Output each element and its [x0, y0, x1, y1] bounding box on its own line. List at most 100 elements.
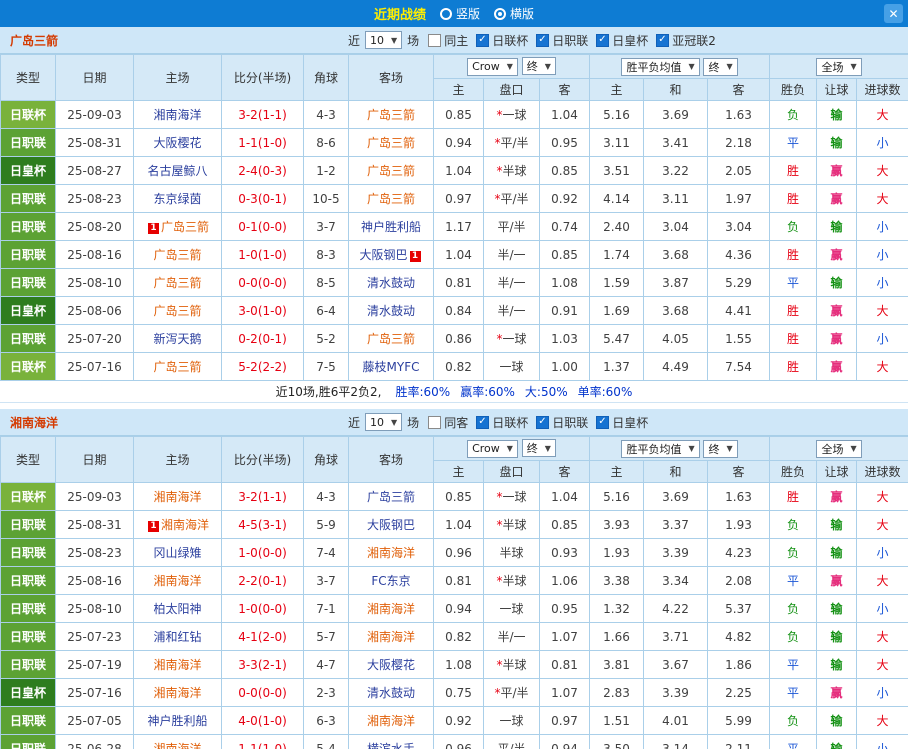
- match-row: 日职联 25-08-31 1 湘南海洋 4-5(3-1) 5-9 大阪钢巴 1.04 *半球 0.…: [0, 510, 908, 539]
- result-cell: 负: [769, 212, 818, 241]
- match-row: 日职联 25-08-16 广岛三箭 1-0(1-0) 8-3 大阪钢巴 1 1.04 半/一 0.…: [0, 240, 908, 269]
- corner-cell: 3-7: [303, 566, 349, 595]
- euro-time-select[interactable]: 终 ▼: [703, 439, 738, 458]
- filter-checkbox[interactable]: 同客: [428, 414, 468, 431]
- match-count-value: 10: [370, 33, 385, 47]
- checkbox-unchecked-icon[interactable]: [428, 415, 442, 429]
- checkbox-checked-icon[interactable]: [536, 415, 550, 429]
- filter-checkbox[interactable]: 同主: [428, 32, 468, 49]
- handicap-cell: *半球: [483, 650, 540, 679]
- result-cell: 胜: [769, 352, 818, 381]
- date-cell: 25-08-16: [55, 566, 134, 595]
- bookmaker-value: Crow: [472, 60, 500, 74]
- match-row: 日职联 25-07-20 新泻天鹅 0-2(0-1) 5-2 广岛三箭 0.86 *一球 1.0…: [0, 324, 908, 353]
- match-count-select[interactable]: 10 ▼: [365, 31, 403, 49]
- home-team-cell: 神户胜利船: [133, 706, 222, 735]
- goals-cell: 大: [856, 510, 908, 539]
- euro-away-odds-cell: 1.93: [707, 510, 771, 539]
- col-asian-home: 主: [433, 78, 484, 101]
- team-link: 神户胜利船: [360, 220, 421, 234]
- bookmaker-select[interactable]: Crow ▼: [467, 439, 518, 458]
- score-cell: 1-0(0-0): [221, 538, 304, 567]
- col-home: 主场: [133, 54, 222, 101]
- asian-home-odds-cell: 0.96: [433, 538, 484, 567]
- col-corner: 角球: [303, 54, 349, 101]
- handicap-cell: *半球: [483, 156, 540, 185]
- bookmaker-select[interactable]: Crow ▼: [467, 57, 518, 76]
- goals-cell: 小: [856, 240, 908, 269]
- date-cell: 25-08-16: [55, 240, 134, 269]
- euro-away-odds-cell: 1.86: [707, 650, 771, 679]
- euro-away-odds-cell: 4.82: [707, 622, 771, 651]
- team-link: 湘南海洋: [153, 686, 202, 700]
- asian-time-select[interactable]: 终 ▼: [521, 57, 556, 76]
- euro-home-odds-cell: 3.93: [589, 510, 645, 539]
- euro-time-select[interactable]: 终 ▼: [703, 57, 738, 76]
- asian-away-odds-cell: 1.00: [538, 352, 591, 381]
- filter-checkbox[interactable]: 日皇杯: [596, 32, 648, 49]
- checkbox-checked-icon[interactable]: [656, 33, 670, 47]
- checkbox-checked-icon[interactable]: [476, 33, 490, 47]
- layout-radio-vertical[interactable]: 竖版: [439, 5, 480, 22]
- corner-cell: 5-7: [303, 622, 349, 651]
- result-cell: 负: [769, 538, 818, 567]
- asian-home-odds-cell: 0.85: [433, 100, 484, 129]
- euro-away-odds-cell: 5.37: [707, 594, 771, 623]
- euro-draw-odds-cell: 3.22: [643, 156, 709, 185]
- close-icon[interactable]: ✕: [884, 4, 903, 23]
- euro-draw-odds-cell: 3.68: [643, 296, 709, 325]
- checkbox-checked-icon[interactable]: [476, 415, 490, 429]
- filter-checkbox[interactable]: 日联杯: [476, 32, 528, 49]
- corner-cell: 3-7: [303, 212, 349, 241]
- corner-cell: 1-2: [303, 156, 349, 185]
- asian-home-odds-cell: 0.97: [433, 184, 484, 213]
- filter-checkbox[interactable]: 日皇杯: [596, 414, 648, 431]
- team-link: 湘南海洋: [153, 490, 202, 504]
- handicap-cell: 半/一: [483, 268, 540, 297]
- checkbox-checked-icon[interactable]: [596, 33, 610, 47]
- away-team-cell: FC东京: [348, 566, 434, 595]
- match-count-select[interactable]: 10 ▼: [365, 413, 403, 431]
- euro-away-odds-cell: 1.63: [707, 100, 771, 129]
- scope-select[interactable]: 全场 ▼: [816, 439, 862, 458]
- date-cell: 25-09-03: [55, 482, 134, 511]
- summary-stat: 胜率:60%: [395, 385, 451, 399]
- score-cell: 0-0(0-0): [221, 268, 304, 297]
- euro-draw-odds-cell: 3.69: [643, 100, 709, 129]
- scope-group: 全场 ▼: [769, 436, 908, 461]
- euro-mean-select[interactable]: 胜平负均值 ▼: [621, 57, 700, 76]
- star-mark: *: [496, 108, 503, 122]
- away-team-cell: 湘南海洋: [348, 706, 434, 735]
- date-cell: 25-08-23: [55, 184, 134, 213]
- league-cell: 日职联: [0, 734, 56, 749]
- summary-stats: 胜率:60% 赢率:60% 大:50% 单率:60%: [395, 383, 632, 400]
- checkbox-checked-icon[interactable]: [596, 415, 610, 429]
- euro-draw-odds-cell: 3.87: [643, 268, 709, 297]
- radio-selected-icon[interactable]: [494, 7, 506, 20]
- radio-icon[interactable]: [439, 7, 452, 20]
- layout-radio-horizontal[interactable]: 横版: [494, 5, 534, 22]
- scope-select[interactable]: 全场 ▼: [816, 57, 862, 76]
- team-link: 湘南海洋: [153, 574, 202, 588]
- date-cell: 25-07-05: [55, 706, 134, 735]
- handicap-result-cell: 赢: [816, 352, 858, 381]
- filter-checkbox[interactable]: 日职联: [536, 32, 588, 49]
- league-cell: 日皇杯: [0, 156, 56, 185]
- filter-checkbox[interactable]: 日职联: [536, 414, 588, 431]
- asian-time-select[interactable]: 终 ▼: [521, 439, 556, 458]
- euro-mean-select[interactable]: 胜平负均值 ▼: [621, 439, 700, 458]
- match-row: 日皇杯 25-08-27 名古屋鲸八 2-4(0-3) 1-2 广岛三箭 1.04 *半球 0.…: [0, 156, 908, 185]
- chevron-down-icon: ▼: [726, 444, 733, 453]
- filter-checkbox[interactable]: 日联杯: [476, 414, 528, 431]
- asian-home-odds-cell: 0.92: [433, 706, 484, 735]
- checkbox-unchecked-icon[interactable]: [428, 33, 442, 47]
- team-link: 湘南海洋: [153, 658, 202, 672]
- filter-checkbox[interactable]: 亚冠联2: [656, 32, 716, 49]
- col-corner: 角球: [303, 436, 349, 483]
- league-cell: 日联杯: [0, 482, 56, 511]
- team-link: 湘南海洋: [153, 742, 202, 749]
- team-link: 冈山绿雉: [153, 546, 202, 560]
- handicap-cell: *半球: [483, 566, 540, 595]
- checkbox-checked-icon[interactable]: [536, 33, 550, 47]
- match-count-value: 10: [370, 415, 385, 429]
